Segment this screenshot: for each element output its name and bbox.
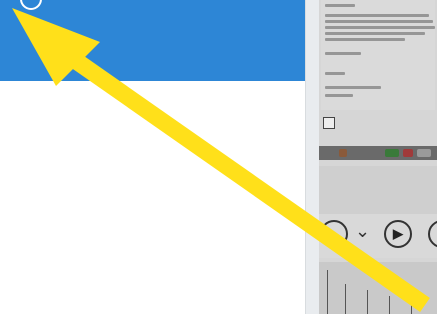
background-text-block <box>321 0 435 110</box>
timeline-tick <box>367 290 368 314</box>
app-panel <box>0 0 305 314</box>
screen: ⌄ ▶ <box>0 0 437 314</box>
blurred-text-line <box>325 86 381 89</box>
chevron-down-icon[interactable]: ⌄ <box>355 221 370 242</box>
header-bar <box>0 0 305 81</box>
blurred-text-line <box>325 4 355 7</box>
blurred-text-line <box>325 20 433 23</box>
blurred-text-line <box>325 26 435 29</box>
timeline-tick <box>389 296 390 314</box>
timeline-tick <box>345 284 346 314</box>
edit-icon[interactable] <box>323 117 335 129</box>
blurred-text-line <box>325 14 429 17</box>
toolbar-thumbnail <box>385 149 399 157</box>
blurred-text-line <box>325 38 405 41</box>
background-window <box>319 0 437 314</box>
toolbar-thumbnail <box>417 149 431 157</box>
blurred-text-line <box>325 32 425 35</box>
play-pause-icon[interactable]: ▶ <box>384 220 412 248</box>
previous-icon[interactable] <box>320 220 348 248</box>
background-track-area <box>319 262 437 314</box>
blurred-text-line <box>325 52 361 55</box>
panel-divider <box>305 0 319 314</box>
blurred-text-line <box>325 72 345 75</box>
timeline-tick <box>411 300 412 314</box>
circle-icon[interactable] <box>20 0 42 10</box>
toolbar-thumbnail <box>339 149 347 157</box>
background-timeline <box>319 166 437 214</box>
blurred-text-line <box>325 94 353 97</box>
toolbar-thumbnail <box>403 149 413 157</box>
timeline-tick <box>327 270 328 314</box>
